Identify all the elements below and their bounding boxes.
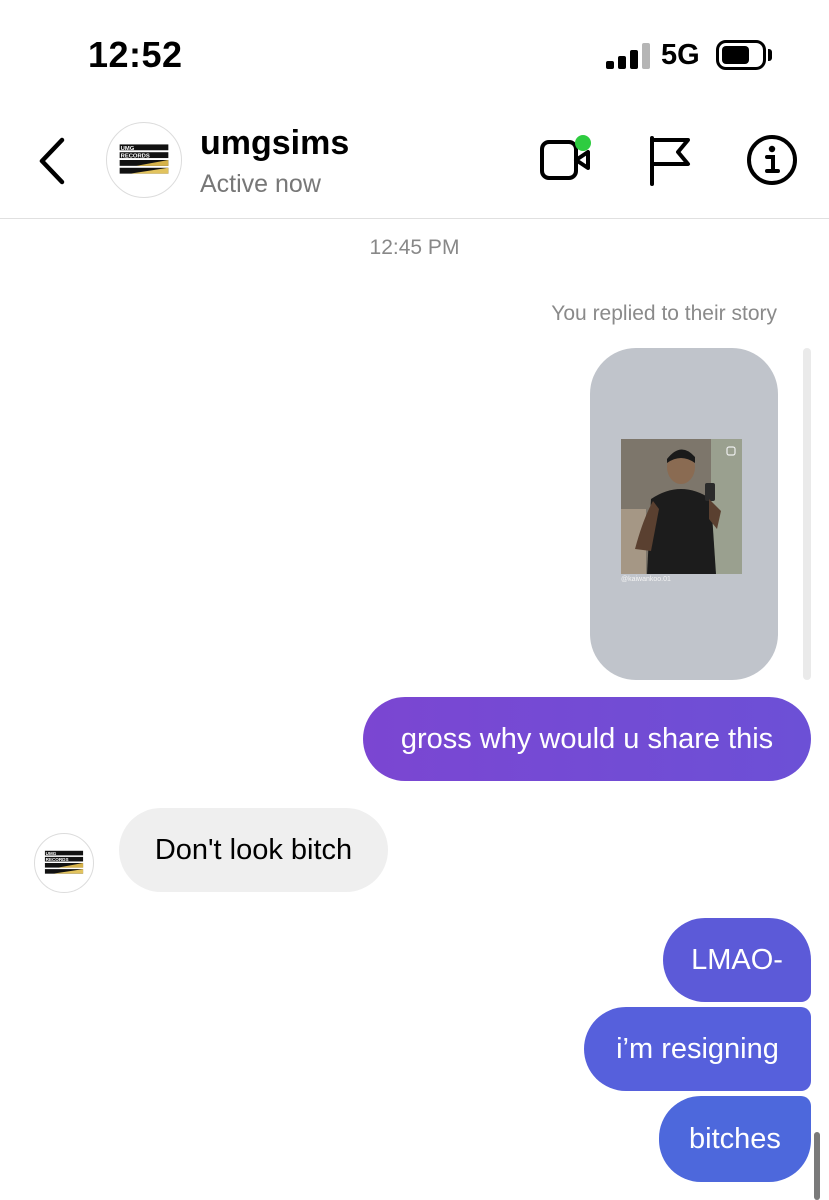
- contact-avatar-small[interactable]: UMG RECORDS: [34, 833, 94, 893]
- network-type: 5G: [661, 39, 700, 71]
- contact-username[interactable]: umgsims: [200, 124, 349, 163]
- back-arrow-icon[interactable]: [36, 136, 86, 186]
- message-timestamp: 12:45 PM: [369, 236, 460, 259]
- cellular-signal-icon: [606, 43, 650, 69]
- umg-records-logo-small: UMG RECORDS: [44, 850, 84, 874]
- story-handle: @kaiwankoo.01: [621, 576, 671, 583]
- battery-icon: [716, 40, 766, 70]
- logo-text-bottom: RECORDS: [121, 154, 150, 160]
- message-bubble-outgoing[interactable]: bitches: [659, 1096, 811, 1182]
- thread-scrollbar[interactable]: [814, 1132, 820, 1200]
- logo-text-bottom-small: RECORDS: [46, 857, 69, 862]
- story-preview-card[interactable]: @kaiwankoo.01: [590, 348, 778, 680]
- story-image: [621, 439, 742, 574]
- battery-cap: [768, 49, 772, 61]
- header-divider: [0, 218, 829, 219]
- avatar[interactable]: UMG RECORDS: [106, 122, 182, 198]
- message-bubble-outgoing[interactable]: gross why would u share this: [363, 697, 811, 781]
- status-time: 12:52: [88, 34, 183, 75]
- video-call-icon[interactable]: [538, 132, 594, 188]
- message-bubble-incoming[interactable]: Don't look bitch: [119, 808, 388, 892]
- contact-status: Active now: [200, 170, 321, 198]
- umg-records-logo: UMG RECORDS: [119, 144, 169, 174]
- story-reply-label: You replied to their story: [551, 302, 777, 325]
- story-scroll-track: [803, 348, 811, 680]
- message-bubble-outgoing[interactable]: LMAO-: [663, 918, 811, 1002]
- info-icon[interactable]: [744, 132, 800, 188]
- flag-icon[interactable]: [644, 132, 700, 188]
- logo-text-top: UMG: [121, 146, 135, 152]
- story-photo: [621, 439, 742, 574]
- message-bubble-outgoing[interactable]: i’m resigning: [584, 1007, 811, 1091]
- logo-text-top-small: UMG: [46, 851, 57, 856]
